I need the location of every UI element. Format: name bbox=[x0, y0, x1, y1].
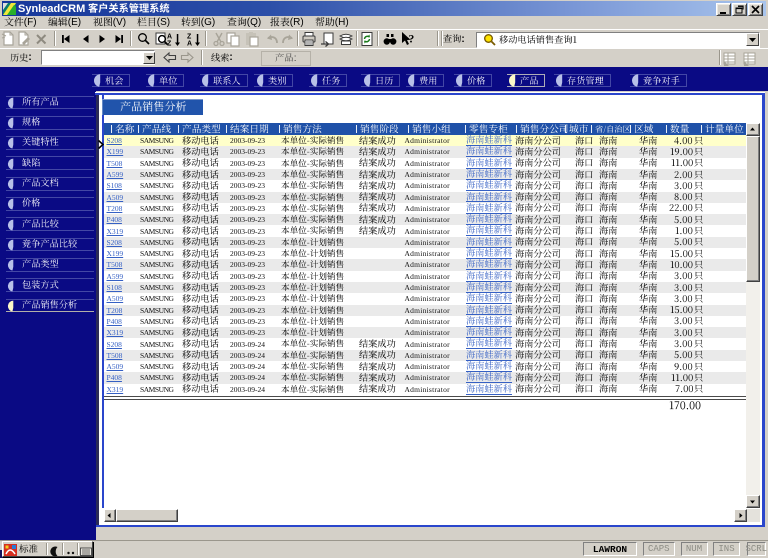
svg-text:Z: Z bbox=[187, 34, 192, 41]
svg-text:A: A bbox=[167, 34, 172, 41]
svg-text:Z: Z bbox=[167, 41, 172, 48]
svg-text:?: ? bbox=[409, 34, 415, 46]
svg-text:A: A bbox=[187, 41, 192, 48]
